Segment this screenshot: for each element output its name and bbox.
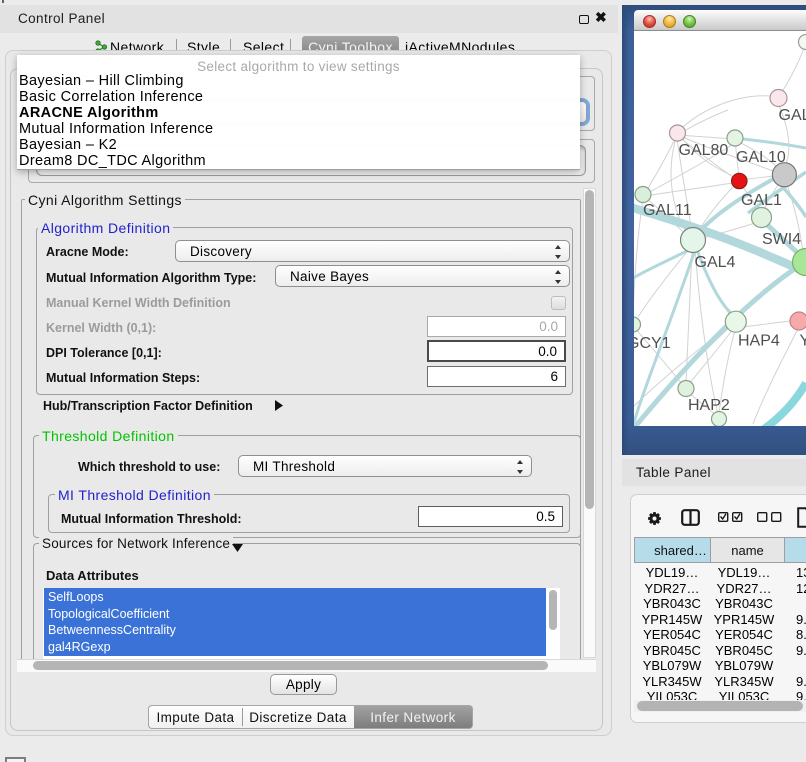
svg-text:GAL80: GAL80 (679, 142, 729, 159)
svg-text:YE: YE (800, 333, 806, 350)
svg-text:GAL2: GAL2 (779, 107, 806, 124)
svg-text:SWI4: SWI4 (762, 231, 801, 248)
svg-text:GAL1: GAL1 (741, 192, 782, 209)
svg-text:HAP2: HAP2 (688, 397, 730, 414)
svg-text:GCY1: GCY1 (634, 335, 671, 352)
svg-text:GAL10: GAL10 (736, 149, 786, 166)
svg-text:HAP4: HAP4 (738, 333, 780, 350)
svg-text:GAL4: GAL4 (695, 254, 736, 271)
svg-text:GAL11: GAL11 (643, 202, 692, 219)
